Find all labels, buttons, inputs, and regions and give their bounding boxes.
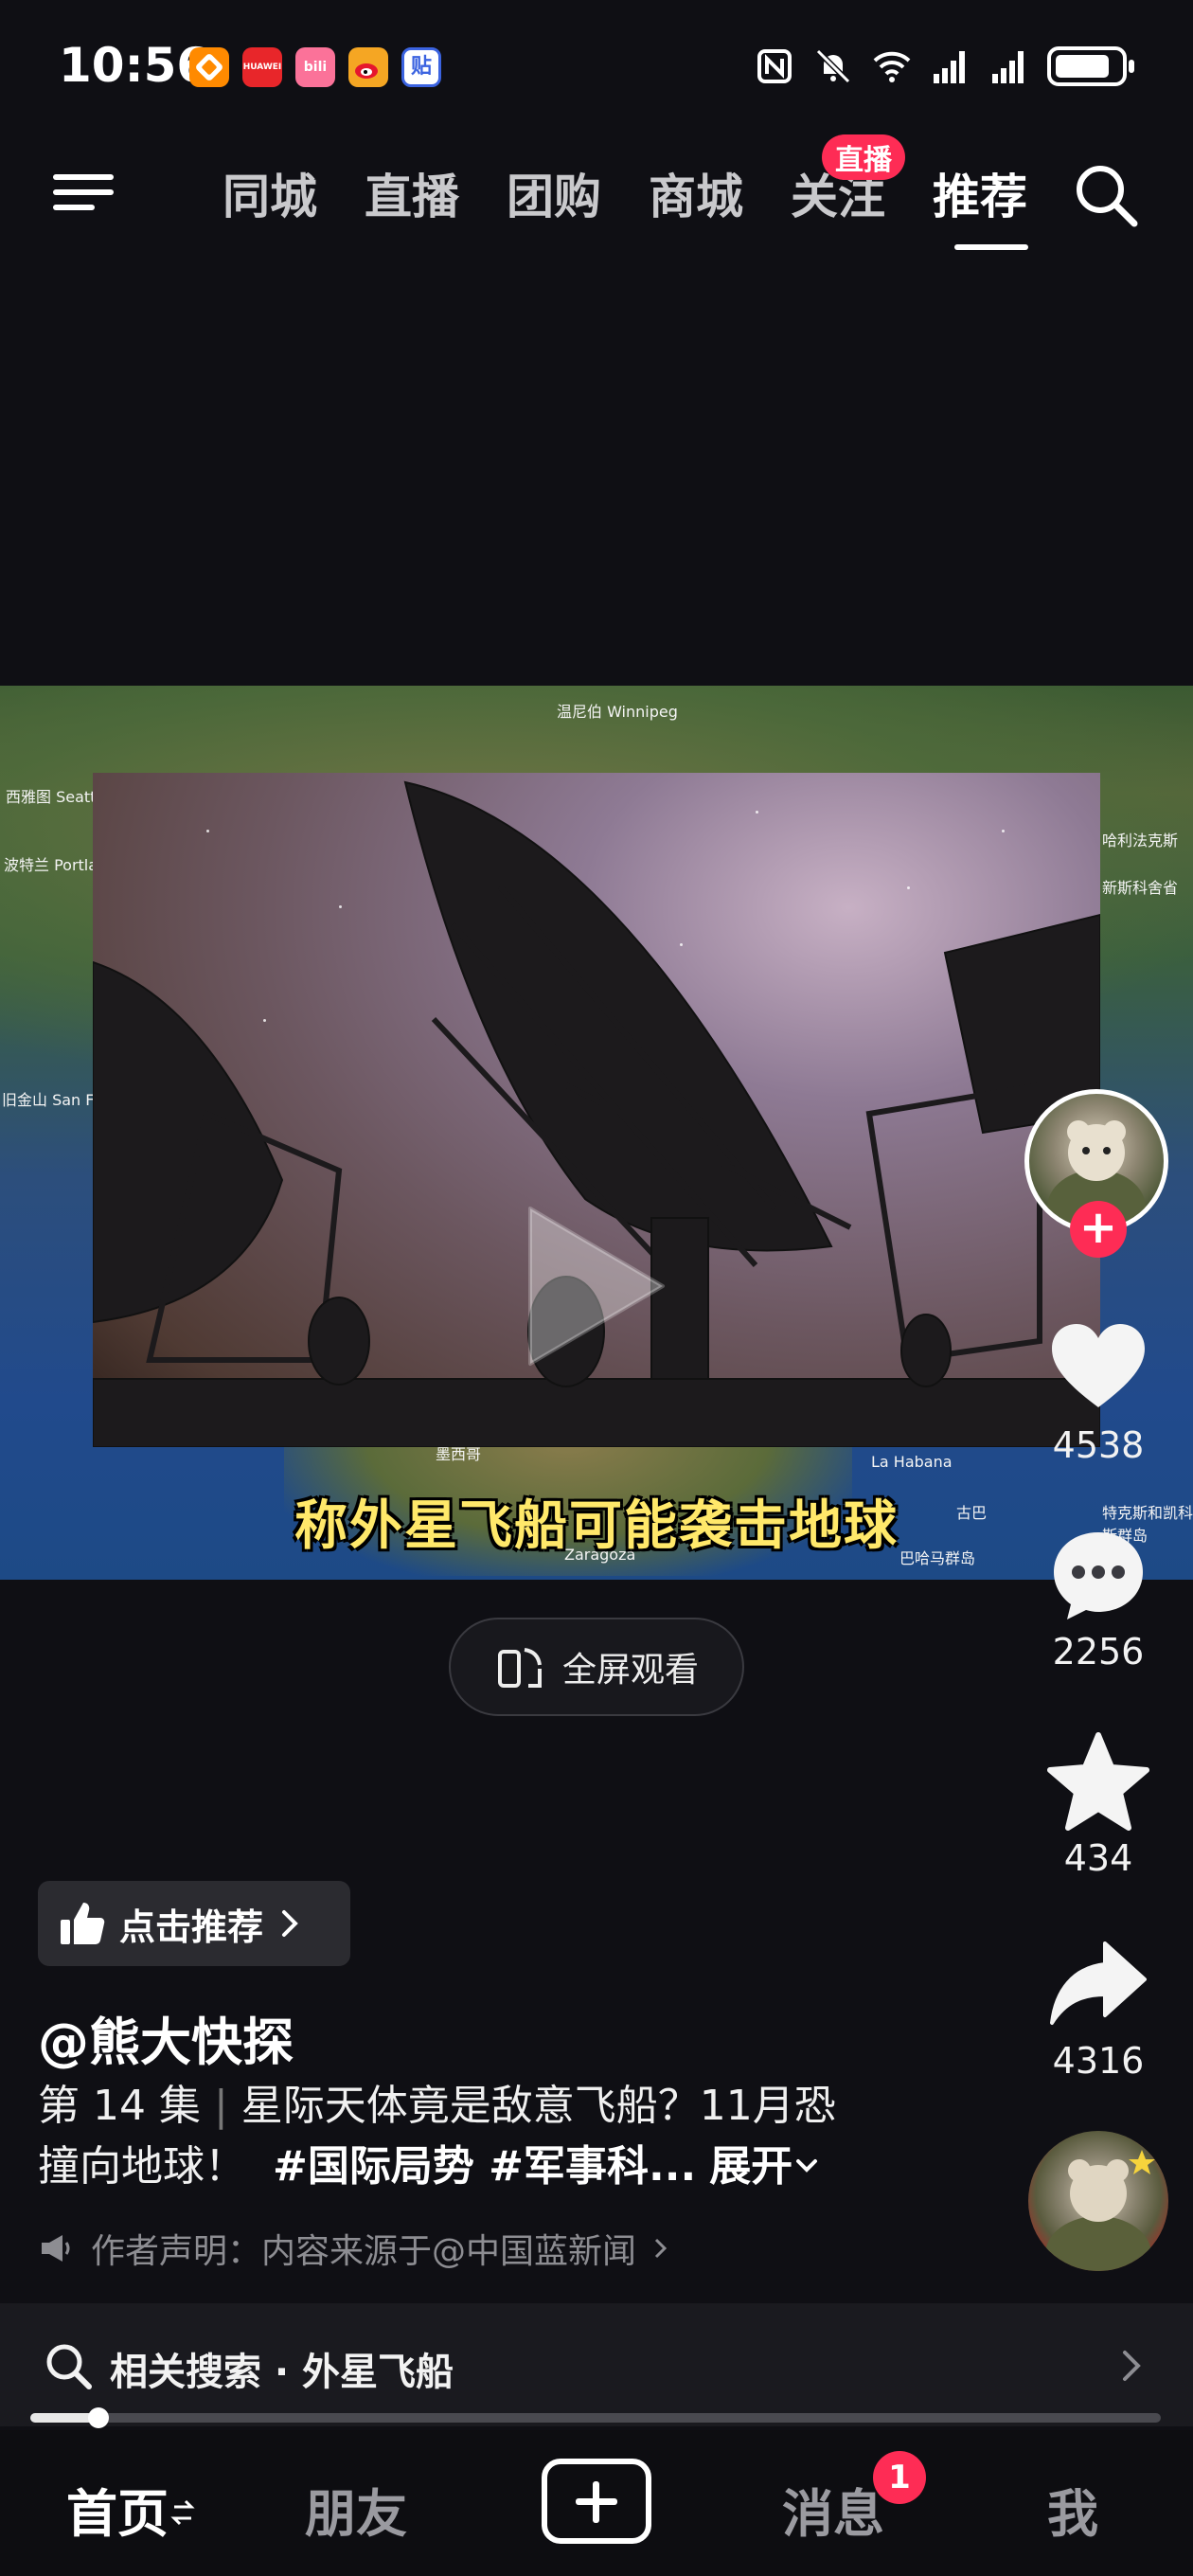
hashtags[interactable]: #国际局势 #军事科...	[273, 2142, 696, 2191]
description-line1: 星际天体竟是敌意飞船？11月恐	[240, 2082, 836, 2130]
nav-me[interactable]: 我	[1047, 2472, 1098, 2547]
huawei-store-icon: HUAWEI	[242, 47, 282, 87]
menu-button[interactable]	[53, 163, 117, 220]
fullscreen-label: 全屏观看	[561, 1651, 699, 1690]
tab-live[interactable]: 直播	[341, 159, 483, 227]
related-search-bar[interactable]: 相关搜索 · 外星飞船	[0, 2303, 1193, 2426]
map-label: La Habana	[871, 1453, 953, 1471]
bottom-nav: 首页 朋友 消息 1 我	[0, 2430, 1193, 2576]
chevron-down-icon	[796, 2159, 818, 2173]
top-nav: 同城 直播 团购 商城 关注 推荐	[0, 142, 1193, 250]
chevron-right-icon	[1123, 2351, 1141, 2381]
battery-icon	[1047, 46, 1134, 86]
episode-label: 第 14 集	[38, 2082, 201, 2130]
notification-app-icons: HUAWEI bili 贴	[189, 47, 441, 87]
share-button[interactable]: 4316	[1023, 1932, 1174, 2082]
tieba-icon: 贴	[401, 47, 441, 87]
recommend-button[interactable]: 点击推荐	[38, 1881, 350, 1966]
video-player[interactable]: 温尼伯 Winnipeg 西雅图 Seattle 波特兰 Portland 旧金…	[0, 686, 1193, 1580]
nav-messages[interactable]: 消息	[782, 2472, 884, 2547]
status-bar: 10:56 HUAWEI bili 贴	[0, 0, 1193, 133]
related-search-text: 相关搜索 · 外星飞船	[110, 2351, 454, 2394]
nfc-icon	[757, 49, 792, 83]
tab-local[interactable]: 同城	[199, 159, 341, 227]
nav-home[interactable]: 首页	[66, 2472, 197, 2547]
tab-mall[interactable]: 商城	[625, 159, 767, 227]
video-subtitle: 称外星飞船可能袭击地球	[294, 1495, 899, 1557]
favorite-count: 434	[1063, 1837, 1133, 1879]
wifi-icon	[873, 51, 911, 82]
like-button[interactable]: 4538	[1023, 1316, 1174, 1466]
author-notice[interactable]: 作者声明：内容来源于@中国蓝新闻	[38, 2224, 670, 2273]
author-name[interactable]: @熊大快探	[38, 2000, 294, 2075]
notice-text: 作者声明：内容来源于@中国蓝新闻	[91, 2232, 637, 2271]
heart-icon	[1052, 1324, 1145, 1407]
thumbs-up-icon	[61, 1903, 105, 1944]
comment-icon	[1054, 1532, 1143, 1619]
nav-friends[interactable]: 朋友	[305, 2472, 407, 2547]
comment-count: 2256	[1052, 1631, 1145, 1673]
comment-button[interactable]: 2256	[1023, 1523, 1174, 1673]
tab-group-buy[interactable]: 团购	[483, 159, 625, 227]
follow-plus-button[interactable]: +	[1070, 1201, 1127, 1258]
favorite-button[interactable]: 434	[1023, 1729, 1174, 1879]
nav-home-label: 首页	[66, 2484, 169, 2544]
messages-badge: 1	[873, 2451, 926, 2504]
weibo-icon	[348, 47, 388, 87]
taobao-app-icon	[189, 47, 229, 87]
video-progress-bar[interactable]	[30, 2407, 1161, 2428]
expand-button[interactable]: 展开	[709, 2142, 821, 2191]
refresh-arrows-icon	[170, 2499, 195, 2526]
mute-bell-icon	[815, 48, 851, 84]
episode-separator: |	[213, 2082, 228, 2130]
star-icon	[1047, 1732, 1149, 1831]
chevron-right-icon	[282, 1910, 298, 1937]
rotate-screen-icon	[497, 1648, 542, 1688]
description-line2: 撞向地球！	[38, 2142, 246, 2191]
signal-1-icon	[934, 51, 965, 83]
status-time: 10:56	[59, 38, 210, 93]
share-count: 4316	[1052, 2040, 1145, 2082]
share-arrow-icon	[1050, 1941, 1147, 2025]
map-label: 哈利法克斯	[1102, 832, 1179, 850]
music-disc-avatar[interactable]	[1028, 2131, 1168, 2271]
map-label: 温尼伯 Winnipeg	[557, 703, 678, 721]
fullscreen-button[interactable]: 全屏观看	[449, 1618, 744, 1716]
like-count: 4538	[1052, 1424, 1145, 1466]
expand-label: 展开	[709, 2142, 793, 2191]
recommend-label: 点击推荐	[119, 1905, 264, 1948]
progress-knob[interactable]	[87, 2407, 109, 2428]
chevron-right-icon	[654, 2238, 668, 2259]
tab-recommend[interactable]: 推荐	[909, 159, 1051, 250]
megaphone-icon	[42, 2235, 70, 2262]
nav-tabs: 同城 直播 团购 商城 关注 推荐	[199, 159, 1051, 250]
create-plus-button[interactable]	[542, 2459, 651, 2544]
video-description[interactable]: 第 14 集 | 星际天体竟是敌意飞船？11月恐 撞向地球！ #国际局势 #军事…	[38, 2076, 890, 2197]
play-icon[interactable]	[511, 1191, 672, 1381]
live-badge: 直播	[822, 134, 905, 180]
map-label: 新斯科舍省	[1102, 879, 1179, 897]
signal-2-icon	[992, 51, 1024, 83]
search-icon[interactable]	[1070, 159, 1142, 231]
system-status-icons	[754, 45, 1134, 87]
bilibili-icon: bili	[295, 47, 335, 87]
search-icon	[46, 2344, 92, 2389]
